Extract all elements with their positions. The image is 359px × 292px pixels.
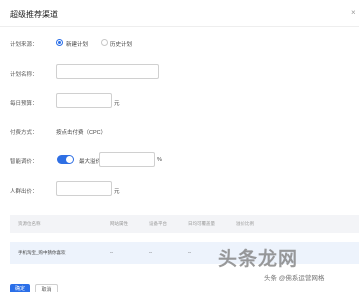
cancel-button[interactable]: 取消 (35, 284, 58, 292)
radio-history-plan-label[interactable]: 历史计划 (110, 40, 132, 48)
watermark-logo: 头条龙网 (218, 249, 299, 270)
radio-history-plan[interactable] (101, 39, 108, 46)
max-ratio-unit: % (157, 157, 162, 163)
max-ratio-input[interactable] (99, 152, 155, 167)
header-coverage: 日均可覆盖量 (188, 221, 215, 226)
title-divider (0, 26, 359, 27)
cell-site: -- (110, 250, 113, 255)
cell-coverage: -- (188, 250, 191, 255)
daily-budget-unit: 元 (114, 101, 120, 107)
watermark-line: 头条 @佛系运营网格 (264, 275, 325, 282)
cell-device: -- (149, 250, 152, 255)
table-header: 资源位名称 网站属性 设备平台 日均可覆盖量 溢价比例 (10, 215, 359, 233)
radio-new-plan[interactable] (56, 39, 63, 46)
smart-bid-label: 智能调价： (10, 159, 38, 165)
billing-value: 按点击付费（CPC） (56, 130, 107, 136)
daily-budget-label: 每日预算： (10, 101, 38, 107)
header-site: 网站属性 (110, 221, 128, 226)
plan-source-label: 计划来源： (10, 42, 38, 48)
bid-input[interactable] (56, 181, 112, 196)
header-resource-name: 资源位名称 (18, 221, 41, 226)
radio-new-plan-label[interactable]: 新建计划 (66, 40, 88, 48)
plan-name-input[interactable] (56, 64, 159, 79)
confirm-button[interactable]: 确定 (10, 284, 30, 292)
bid-unit: 元 (114, 189, 120, 195)
resource-table: 资源位名称 网站属性 设备平台 日均可覆盖量 溢价比例 手机淘宝_购中猜你喜欢 … (10, 215, 359, 277)
header-premium: 溢价比例 (236, 221, 254, 226)
dialog-title: 超级推荐渠道 (10, 10, 58, 19)
billing-label: 付费方式： (10, 130, 38, 136)
cell-name: 手机淘宝_购中猜你喜欢 (18, 250, 66, 255)
header-device: 设备平台 (149, 221, 167, 226)
table-row[interactable]: 手机淘宝_购中猜你喜欢 -- -- -- (10, 242, 359, 264)
smart-bid-toggle[interactable] (57, 155, 74, 164)
bid-label: 人群出价： (10, 189, 38, 195)
plan-name-label: 计划名称： (10, 72, 38, 78)
close-icon[interactable]: × (351, 9, 356, 17)
daily-budget-input[interactable] (56, 93, 112, 108)
